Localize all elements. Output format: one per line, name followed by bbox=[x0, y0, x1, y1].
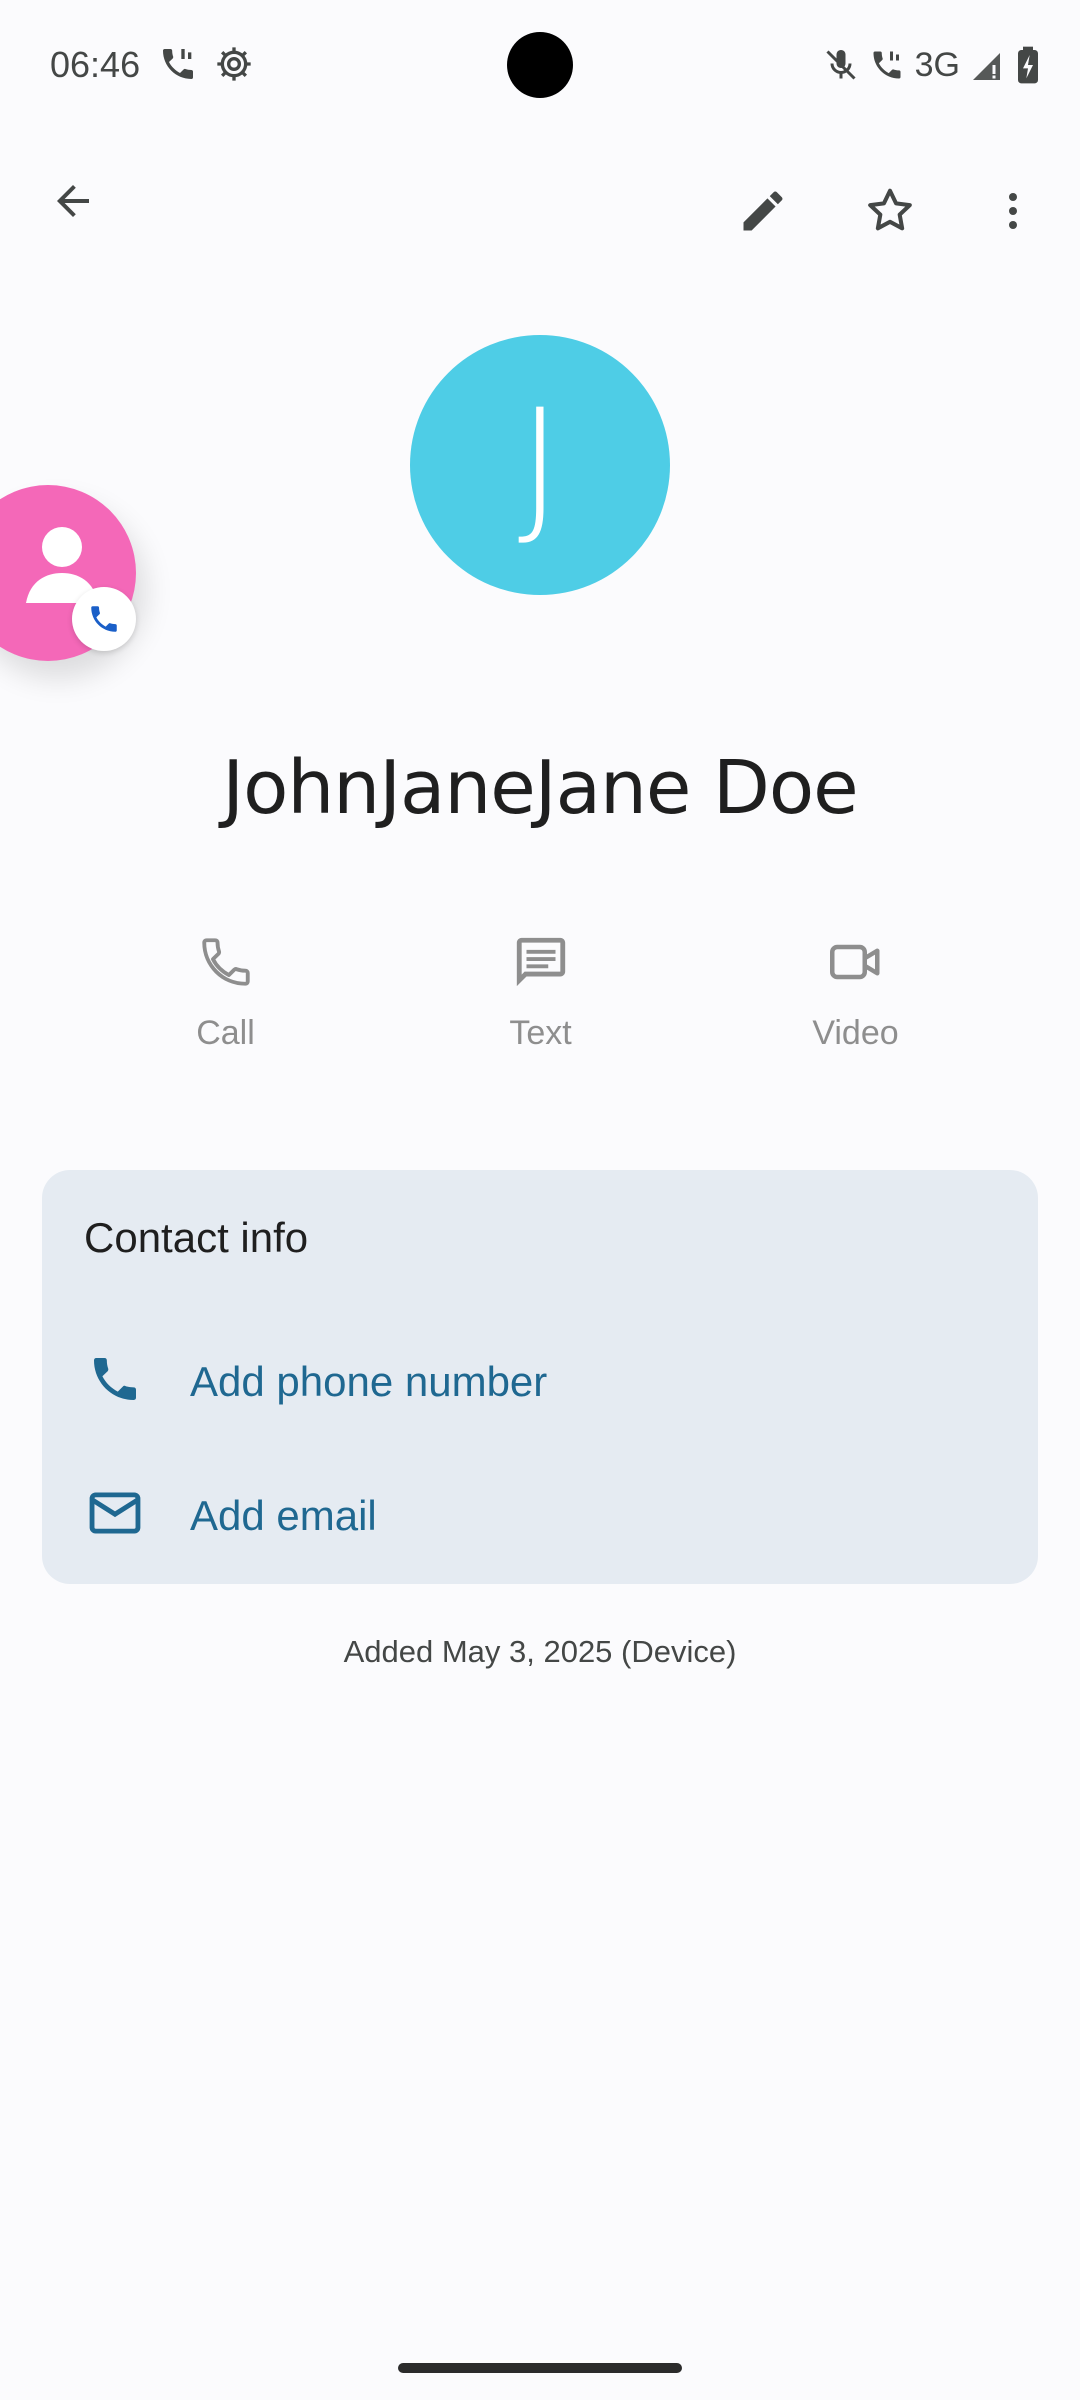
email-icon bbox=[84, 1482, 146, 1544]
network-label: 3G bbox=[914, 45, 960, 84]
add-phone-row[interactable]: Add phone number bbox=[42, 1314, 1038, 1448]
text-action-button[interactable]: Text bbox=[383, 892, 698, 1102]
settings-gear-icon bbox=[214, 44, 254, 84]
mute-icon bbox=[823, 45, 859, 85]
back-arrow-icon bbox=[49, 177, 97, 225]
back-button[interactable] bbox=[10, 138, 136, 264]
add-email-row[interactable]: Add email bbox=[42, 1448, 1038, 1582]
contact-avatar[interactable]: J bbox=[410, 335, 670, 595]
status-bar: 06:46 3G bbox=[0, 0, 1080, 128]
contact-info-card: Contact info Add phone number Add email bbox=[42, 1170, 1038, 1584]
wifi-call-icon bbox=[158, 44, 198, 84]
gesture-navigation-bar[interactable] bbox=[398, 2363, 682, 2373]
top-app-bar bbox=[0, 130, 1080, 290]
add-phone-label: Add phone number bbox=[190, 1358, 548, 1405]
contact-info-title: Contact info bbox=[84, 1214, 309, 1261]
video-action-button[interactable]: Video bbox=[698, 892, 1013, 1102]
battery-charging-icon bbox=[1016, 45, 1040, 85]
status-right-icons: 3G bbox=[823, 40, 1040, 90]
floating-call-bubble[interactable] bbox=[0, 485, 136, 661]
signal-icon bbox=[970, 45, 1006, 85]
avatar-initial: J bbox=[517, 378, 563, 552]
wifi-call-icon bbox=[869, 45, 905, 85]
call-action-label: Call bbox=[196, 1014, 255, 1052]
video-icon bbox=[826, 932, 886, 992]
edit-button[interactable] bbox=[700, 148, 826, 274]
contact-header: J bbox=[0, 295, 1080, 687]
phone-icon bbox=[84, 1348, 146, 1410]
quick-actions: Call Text Video bbox=[68, 892, 1013, 1102]
edit-pencil-icon bbox=[737, 185, 789, 237]
phone-icon bbox=[196, 932, 256, 992]
text-action-label: Text bbox=[509, 1014, 572, 1052]
more-options-button[interactable] bbox=[950, 148, 1076, 274]
bubble-phone-badge bbox=[72, 587, 136, 651]
added-date-text: Added May 3, 2025 (Device) bbox=[343, 1634, 737, 1669]
star-icon bbox=[863, 184, 917, 238]
status-time: 06:46 bbox=[50, 44, 141, 85]
favorite-button[interactable] bbox=[827, 148, 953, 274]
more-vert-icon bbox=[989, 187, 1037, 235]
call-action-button[interactable]: Call bbox=[68, 892, 383, 1102]
phone-icon bbox=[91, 606, 117, 632]
message-icon bbox=[511, 932, 571, 992]
camera-cutout bbox=[507, 32, 573, 98]
contact-name: JohnJaneJane Doe bbox=[222, 745, 858, 831]
video-action-label: Video bbox=[812, 1014, 899, 1052]
add-email-label: Add email bbox=[190, 1492, 377, 1539]
